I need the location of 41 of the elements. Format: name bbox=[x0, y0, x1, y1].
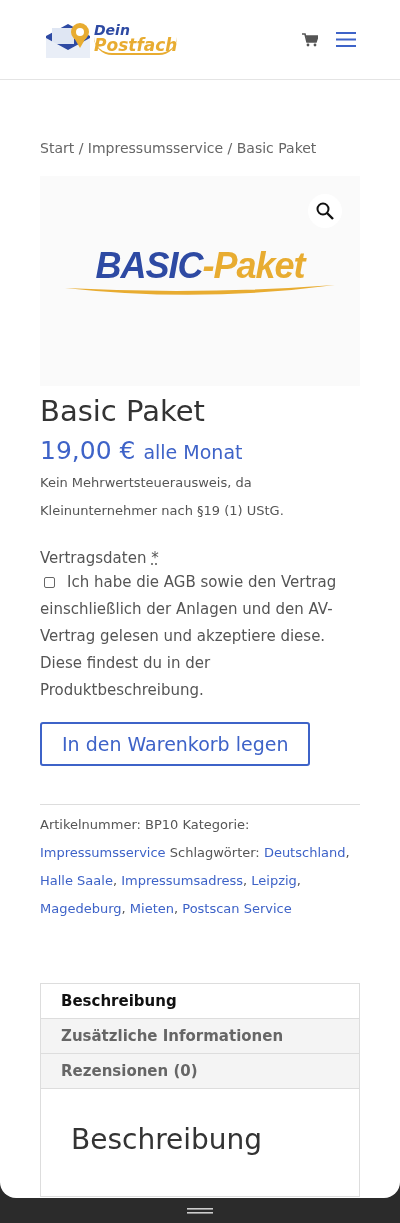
breadcrumb-current: Basic Paket bbox=[236, 140, 317, 156]
field-label: Vertragsdaten bbox=[40, 549, 147, 567]
tag-link[interactable]: Leipzig bbox=[251, 873, 297, 888]
handle-icon[interactable] bbox=[187, 1207, 213, 1214]
checkbox-label-continued: einschließlich der Anlagen und den AV-Vertrag gelesen und akzeptiere diese. Diese findest du in der Produktbeschreibung. bbox=[40, 599, 334, 701]
breadcrumb-link[interactable]: Start bbox=[40, 140, 75, 156]
tag-link[interactable]: Impressumsservice bbox=[40, 845, 166, 860]
product-title: Basic Paket bbox=[40, 394, 206, 428]
cart-icon[interactable] bbox=[302, 32, 318, 47]
meta-text: , bbox=[112, 873, 119, 888]
tab[interactable]: Zusätzliche Informationen bbox=[41, 1019, 359, 1054]
checkbox-label: Ich habe die AGB sowie den Vertrag bbox=[67, 572, 337, 593]
meta-text: , bbox=[243, 873, 249, 888]
tag-link[interactable]: Mieten bbox=[129, 901, 174, 916]
tag-link[interactable]: Magedeburg bbox=[40, 901, 122, 916]
menu-icon[interactable] bbox=[336, 32, 356, 47]
meta-text: Artikelnummer: BP10 Kategorie: bbox=[40, 817, 251, 832]
tax-note: Kein Mehrwertsteuerausweis, da Kleinunternehmer nach §19 (1) UStG. bbox=[40, 474, 285, 520]
add-to-cart-button[interactable]: In den Warenkorb legen bbox=[40, 722, 311, 766]
meta-text: , bbox=[345, 845, 351, 860]
breadcrumb-link[interactable]: Impressumsservice bbox=[87, 140, 224, 156]
tag-link[interactable]: Deutschland bbox=[263, 845, 346, 860]
checkbox[interactable] bbox=[44, 577, 55, 588]
panel-heading: Beschreibung bbox=[70, 1122, 264, 1158]
tab[interactable]: Rezensionen (0) bbox=[41, 1054, 359, 1089]
meta-text: , bbox=[121, 901, 127, 916]
breadcrumb-separator: / bbox=[227, 140, 233, 156]
required-mark: * bbox=[151, 549, 159, 567]
tag-link[interactable]: Postscan Service bbox=[182, 901, 292, 916]
product-image[interactable]: BASIC-Paket bbox=[40, 176, 360, 386]
product-logo: BASIC-Paket bbox=[95, 245, 305, 287]
meta-text: , bbox=[174, 901, 180, 916]
tag-link[interactable]: Halle Saale bbox=[40, 873, 113, 888]
product-price: 19,00 € alle Monat bbox=[40, 436, 244, 465]
meta-text: , bbox=[296, 873, 302, 888]
site-logo[interactable]: Dein Postfach bbox=[94, 23, 178, 56]
breadcrumb-separator: / bbox=[78, 140, 84, 156]
zoom-button[interactable] bbox=[308, 194, 342, 228]
tag-link[interactable]: Impressumsadress bbox=[121, 873, 243, 888]
search-icon bbox=[316, 202, 334, 220]
meta-text: Schlagwörter: bbox=[168, 845, 261, 860]
